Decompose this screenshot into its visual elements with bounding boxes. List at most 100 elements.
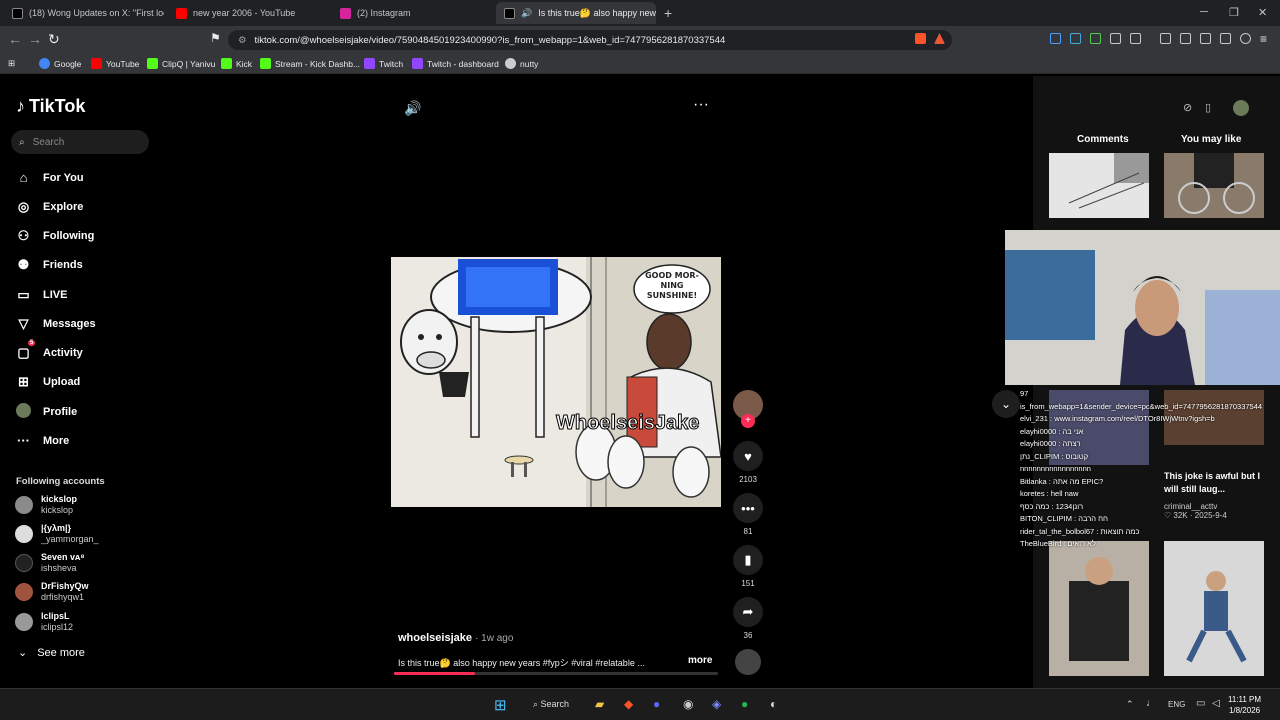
extensions-puzzle-icon[interactable] [1110,33,1121,44]
video-progress-bar[interactable] [394,672,718,675]
windows-start-icon[interactable]: ⊞ [494,696,507,714]
wallet-icon[interactable] [1200,33,1211,44]
account-item[interactable]: kickslop kickslop [15,494,77,516]
display-icon[interactable]: ▭ [1196,698,1205,709]
tab-tiktok[interactable]: 🔊 Is this true🤔 also happy new ✕ [496,2,656,24]
extension-icon[interactable] [1050,33,1061,44]
close-window-button[interactable]: ✕ [1258,6,1267,19]
bookmark-youtube[interactable]: YouTube [91,58,139,69]
tab-instagram[interactable]: (2) Instagram [332,2,492,24]
search-input[interactable]: ⌕ Search [11,130,149,154]
bookmark-twitch-dashboard[interactable]: Twitch - dashboard [412,58,499,69]
compass-icon[interactable]: ⊘ [1183,101,1192,114]
suggested-video-thumbnail[interactable] [1164,541,1264,676]
minimize-button[interactable]: ─ [1200,6,1208,18]
suggested-video-thumbnail[interactable] [1049,153,1149,218]
author-name[interactable]: whoelseisjake [398,632,472,644]
reload-button[interactable]: ↻ [48,31,60,48]
microphone-icon[interactable]: ♩ [1146,698,1156,709]
avatar[interactable] [1233,100,1249,116]
vpn-icon[interactable] [1220,33,1231,44]
taskbar-search[interactable]: ⌕ Search [533,699,569,710]
bookmark-twitch[interactable]: Twitch [364,58,403,69]
sidebar-icon[interactable] [1180,33,1191,44]
extension-icon[interactable] [1090,33,1101,44]
apps-icon[interactable]: ⊞ [8,58,15,69]
home-icon: ⌂ [19,170,28,185]
chevron-down-icon[interactable]: ⌄ [992,390,1020,418]
save-button[interactable]: ▮ 151 [733,545,763,588]
bookmark-google[interactable]: Google [39,58,81,69]
nav-activity[interactable]: ▢ 5 Activity [16,340,83,361]
video-player[interactable]: GOOD MOR-NING SUNSHINE! [391,257,721,507]
tab-youtube[interactable]: new year 2006 - YouTube [168,2,328,24]
caption-more-button[interactable]: more [688,655,712,666]
nav-for-you[interactable]: ⌂ For You [16,170,84,185]
activity-icon: ▢ 5 [17,340,36,360]
nav-friends[interactable]: ⚉ Friends [16,257,83,273]
forward-button[interactable]: → [28,31,42,47]
site-info-icon[interactable]: ⚙ [238,35,247,46]
back-button[interactable]: ← [8,31,22,47]
bookmark-nutty[interactable]: nutty [505,58,538,69]
media-icon[interactable] [1160,33,1171,44]
bookmark-kick-dashboard[interactable]: Stream - Kick Dashb... [260,58,360,69]
share-button[interactable]: ➦ 36 [733,597,763,640]
app-icon[interactable]: ◐ [770,697,777,711]
tab-comments[interactable]: Comments [1077,134,1129,145]
follow-plus-icon[interactable]: + [741,414,755,428]
suggested-video-thumbnail[interactable] [1049,541,1149,676]
account-item[interactable]: DrFishyQw drfishyqw1 [15,581,89,603]
see-more-button[interactable]: ⌄ See more [18,646,85,660]
bookmark-kick[interactable]: Kick [221,58,252,69]
new-tab-button[interactable]: + [664,5,672,21]
account-item[interactable]: |{yλm|} _yammorgan_ [15,523,99,545]
comment-icon: ••• [733,493,763,523]
nav-more[interactable]: ··· More [16,433,69,448]
account-item[interactable]: Seven ᴠᴀ⁸ ishsheva [15,552,85,574]
browser-toolbar: ← → ↻ ⚑ ⚙ tiktok.com/@whoelseisjake/vide… [0,26,1280,54]
messages-icon: ▽ [18,316,29,331]
extension-icon[interactable] [1070,33,1081,44]
device-icon[interactable]: ▯ [1205,101,1211,114]
file-explorer-icon[interactable]: ▰ [595,697,604,711]
nav-following[interactable]: ⚇ Following [16,228,95,244]
shield-icon[interactable] [1240,33,1251,44]
brave-shield-icon[interactable] [915,33,926,44]
suggested-video-thumbnail[interactable] [1164,153,1264,218]
comment-button[interactable]: ••• 81 [733,493,763,536]
volume-icon[interactable]: ◁ [1212,698,1220,709]
bookmark-icon[interactable]: ⚑ [210,31,221,45]
following-accounts-title: Following accounts [16,476,105,487]
nav-explore[interactable]: ◎ Explore [16,199,84,215]
like-button[interactable]: ♥ 2103 [733,441,763,484]
chat-line: elayhi0000 : אני בה [1020,426,1084,436]
taskbar-clock[interactable]: 11:11 PM 1/8/2026 [1228,694,1261,716]
nav-messages[interactable]: ▽ Messages [16,316,96,332]
music-disc-icon [735,649,761,675]
app-icon[interactable]: ◈ [712,697,721,711]
tab-you-may-like[interactable]: You may like [1181,134,1241,145]
maximize-button[interactable]: ❐ [1229,6,1239,19]
chevron-up-icon[interactable]: ⌃ [1126,699,1134,710]
nav-upload[interactable]: ⊞ Upload [16,374,80,390]
tab-x[interactable]: (18) Wong Updates on X: "First look [4,2,164,24]
following-icon: ⚇ [17,228,30,243]
spotify-icon[interactable]: ● [741,697,748,711]
address-bar[interactable]: ⚙ tiktok.com/@whoelseisjake/video/759048… [228,30,952,50]
volume-icon[interactable]: 🔊 [404,100,421,117]
creator-avatar-button[interactable]: + [733,390,763,428]
tiktok-logo[interactable]: ♪ TikTok [16,96,85,117]
extension-icon[interactable] [1130,33,1141,44]
steam-icon[interactable]: ◉ [683,697,693,711]
menu-icon[interactable]: ≡ [1260,32,1267,46]
more-options-icon[interactable]: ··· [693,96,709,114]
nav-live[interactable]: ▭ LIVE [16,287,67,303]
brave-icon[interactable]: ◆ [624,697,633,711]
language-indicator[interactable]: ENG [1168,700,1185,709]
discord-icon[interactable]: ● [653,697,660,711]
music-disc-button[interactable] [733,649,763,675]
account-item[interactable]: lclipsL iclipsl12 [15,611,73,633]
nav-profile[interactable]: Profile [16,403,77,421]
bookmark-clipq[interactable]: ClipQ | Yanivu [147,58,215,69]
